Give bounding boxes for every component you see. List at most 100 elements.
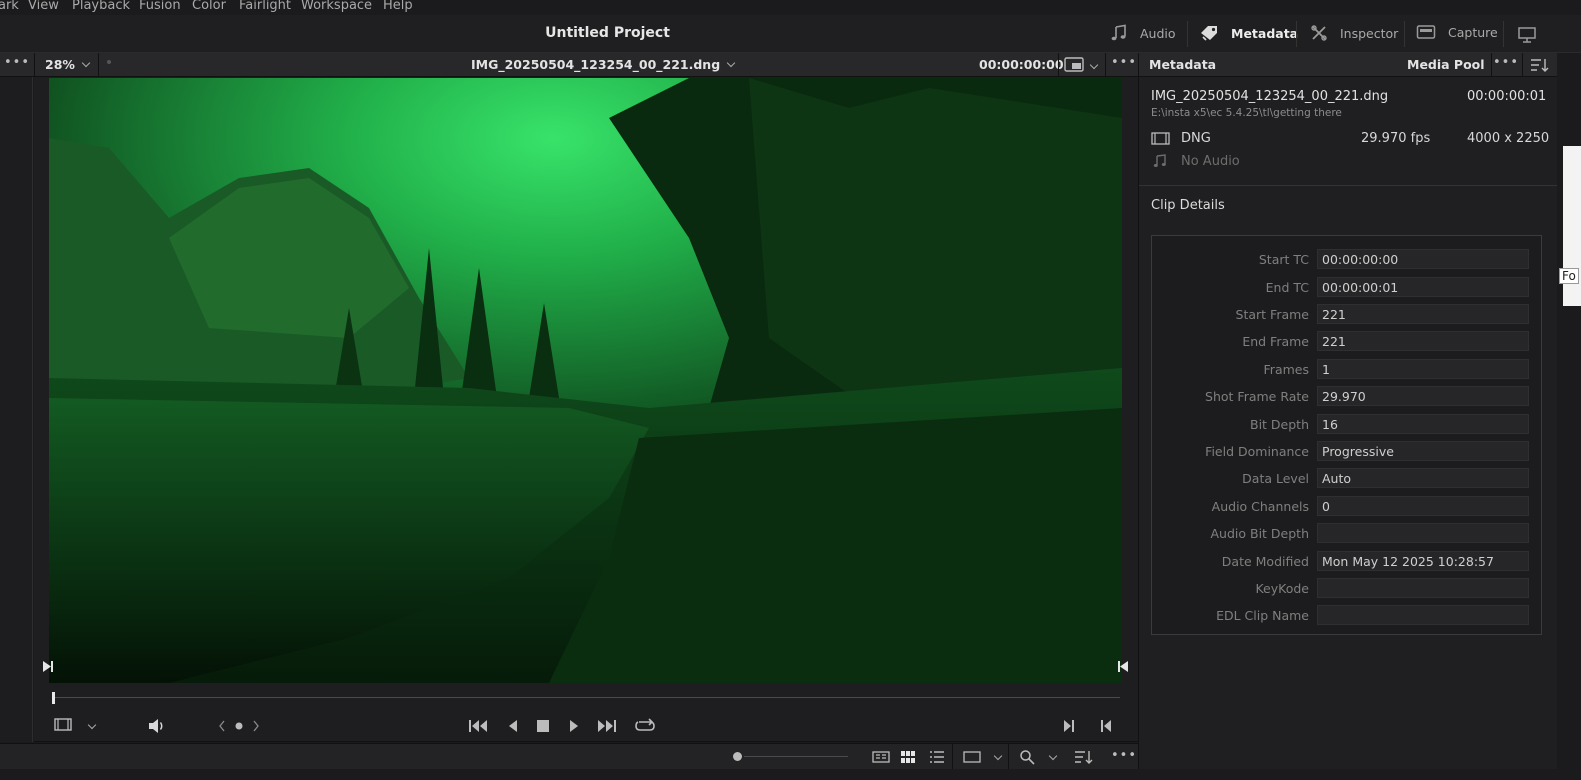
viewer-display-dropdown[interactable]: [1064, 57, 1086, 77]
detail-label: Date Modified: [1221, 554, 1309, 569]
tag-icon: [1201, 26, 1217, 41]
data-level-field[interactable]: Auto: [1317, 468, 1529, 488]
scrubber-track[interactable]: [54, 697, 1120, 698]
menu-item-fusion[interactable]: Fusion: [139, 0, 181, 13]
playhead-handle[interactable]: [52, 692, 55, 704]
detail-label: End Frame: [1242, 334, 1309, 349]
sort-icon[interactable]: [1074, 749, 1094, 765]
shot-frame-rate-field[interactable]: 29.970: [1317, 386, 1529, 406]
mark-out-icon[interactable]: [1117, 660, 1129, 673]
detail-row-frames: Frames 1: [1152, 359, 1543, 381]
viewer-timecode: 00:00:00:00: [979, 57, 1064, 72]
bit-depth-field[interactable]: 16: [1317, 414, 1529, 434]
jog-wheel-icon[interactable]: [218, 720, 260, 732]
chevron-down-icon: [726, 58, 736, 68]
detail-label: Bit Depth: [1250, 417, 1309, 432]
divider: [1503, 21, 1504, 47]
clip-details-title: Clip Details: [1151, 198, 1225, 213]
detail-row-audio-bit-depth: Audio Bit Depth: [1152, 523, 1543, 545]
date-modified-field[interactable]: Mon May 12 2025 10:28:57: [1317, 551, 1529, 571]
viewer-image[interactable]: [49, 78, 1122, 683]
viewer-layout-icon[interactable]: [54, 718, 74, 732]
audio-bit-depth-field[interactable]: [1317, 523, 1529, 543]
go-to-end-icon[interactable]: [595, 718, 617, 734]
thumbnail-size-slider[interactable]: [744, 756, 848, 757]
left-options-icon[interactable]: •••: [4, 55, 30, 70]
adjacent-window-text[interactable]: Fo: [1559, 268, 1579, 284]
divider: [1105, 53, 1106, 77]
start-tc-field[interactable]: 00:00:00:00: [1317, 249, 1529, 269]
video-format-row: DNG 29.970 fps 4000 x 2250: [1151, 131, 1551, 149]
chevron-down-icon[interactable]: [1089, 60, 1099, 70]
capture-tape-icon: [1416, 25, 1436, 39]
menu-item-fairlight[interactable]: Fairlight: [239, 0, 291, 13]
menu-item-playback[interactable]: Playback: [72, 0, 130, 13]
end-tc-field[interactable]: 00:00:00:01: [1317, 277, 1529, 297]
menu-item-help[interactable]: Help: [383, 0, 413, 13]
end-frame-field[interactable]: 221: [1317, 331, 1529, 351]
detail-row-audio-channels: Audio Channels 0: [1152, 496, 1543, 518]
capture-panel-label: Capture: [1448, 24, 1498, 40]
menu-item-mark[interactable]: ark: [0, 0, 19, 13]
previous-clip-icon[interactable]: [1099, 718, 1113, 734]
viewer-options-icon[interactable]: •••: [1111, 55, 1137, 70]
hd-display-icon: [1064, 57, 1084, 72]
audio-panel-button[interactable]: Audio: [1110, 24, 1176, 42]
reverse-play-icon[interactable]: [506, 718, 520, 734]
mark-in-icon[interactable]: [42, 660, 54, 673]
toolbar-options-icon[interactable]: •••: [1111, 748, 1137, 763]
capture-panel-button[interactable]: Capture: [1416, 24, 1498, 40]
video-resolution: 4000 x 2250: [1467, 131, 1550, 146]
inspector-panel-button[interactable]: Inspector: [1310, 24, 1398, 42]
frames-field[interactable]: 1: [1317, 359, 1529, 379]
metadata-view-icon[interactable]: [872, 750, 890, 764]
audio-channels-field[interactable]: 0: [1317, 496, 1529, 516]
thumbnail-view-icon[interactable]: [900, 750, 916, 764]
divider: [34, 53, 35, 77]
metadata-clip-name: IMG_20250504_123254_00_221.dng: [1151, 89, 1389, 104]
menu-item-view[interactable]: View: [28, 0, 59, 13]
detail-row-edl-clip-name: EDL Clip Name: [1152, 605, 1543, 627]
chevron-down-icon[interactable]: [1048, 751, 1058, 761]
media-pool-tab[interactable]: Media Pool: [1407, 57, 1485, 72]
play-icon[interactable]: [567, 718, 581, 734]
divider: [1404, 21, 1405, 47]
chevron-down-icon[interactable]: [993, 751, 1003, 761]
chevron-down-icon[interactable]: [87, 720, 97, 730]
divider: [1187, 21, 1188, 47]
speaker-icon[interactable]: [147, 718, 167, 734]
zoom-dropdown[interactable]: 28%: [45, 57, 91, 72]
metadata-sort-icon[interactable]: [1530, 57, 1550, 73]
menu-item-color[interactable]: Color: [192, 0, 226, 13]
divider: [1296, 21, 1297, 47]
metadata-options-icon[interactable]: •••: [1493, 55, 1519, 70]
start-frame-field[interactable]: 221: [1317, 304, 1529, 324]
metadata-clip-path: E:\insta x5\ec 5.4.25\tl\getting there: [1151, 107, 1342, 119]
field-dominance-field[interactable]: Progressive: [1317, 441, 1529, 461]
scrubber-bar[interactable]: [34, 685, 1138, 709]
transport-controls: [34, 709, 1138, 742]
detail-row-end-frame: End Frame 221: [1152, 331, 1543, 353]
thumbnail-size-slider-handle[interactable]: [733, 752, 742, 761]
metadata-panel-button[interactable]: Metadata: [1199, 24, 1298, 42]
viewer-mode-icon[interactable]: [963, 751, 981, 763]
monitor-icon[interactable]: [1517, 26, 1537, 44]
menu-item-workspace[interactable]: Workspace: [301, 0, 372, 13]
detail-label: EDL Clip Name: [1216, 608, 1309, 623]
detail-label: Field Dominance: [1205, 444, 1309, 459]
search-icon[interactable]: [1019, 749, 1035, 765]
list-view-icon[interactable]: [929, 750, 945, 764]
divider: [98, 53, 99, 77]
clip-name-dropdown[interactable]: IMG_20250504_123254_00_221.dng: [471, 57, 736, 72]
detail-label: KeyKode: [1255, 581, 1309, 596]
next-clip-icon[interactable]: [1062, 718, 1076, 734]
viewer-clip-name: IMG_20250504_123254_00_221.dng: [471, 57, 721, 72]
stop-icon[interactable]: [536, 718, 550, 734]
loop-icon[interactable]: [634, 718, 656, 734]
edl-clip-name-field[interactable]: [1317, 605, 1529, 625]
divider: [1008, 744, 1009, 770]
detail-row-start-frame: Start Frame 221: [1152, 304, 1543, 326]
zoom-value: 28%: [45, 57, 75, 72]
keykode-field[interactable]: [1317, 578, 1529, 598]
go-to-start-icon[interactable]: [468, 718, 490, 734]
